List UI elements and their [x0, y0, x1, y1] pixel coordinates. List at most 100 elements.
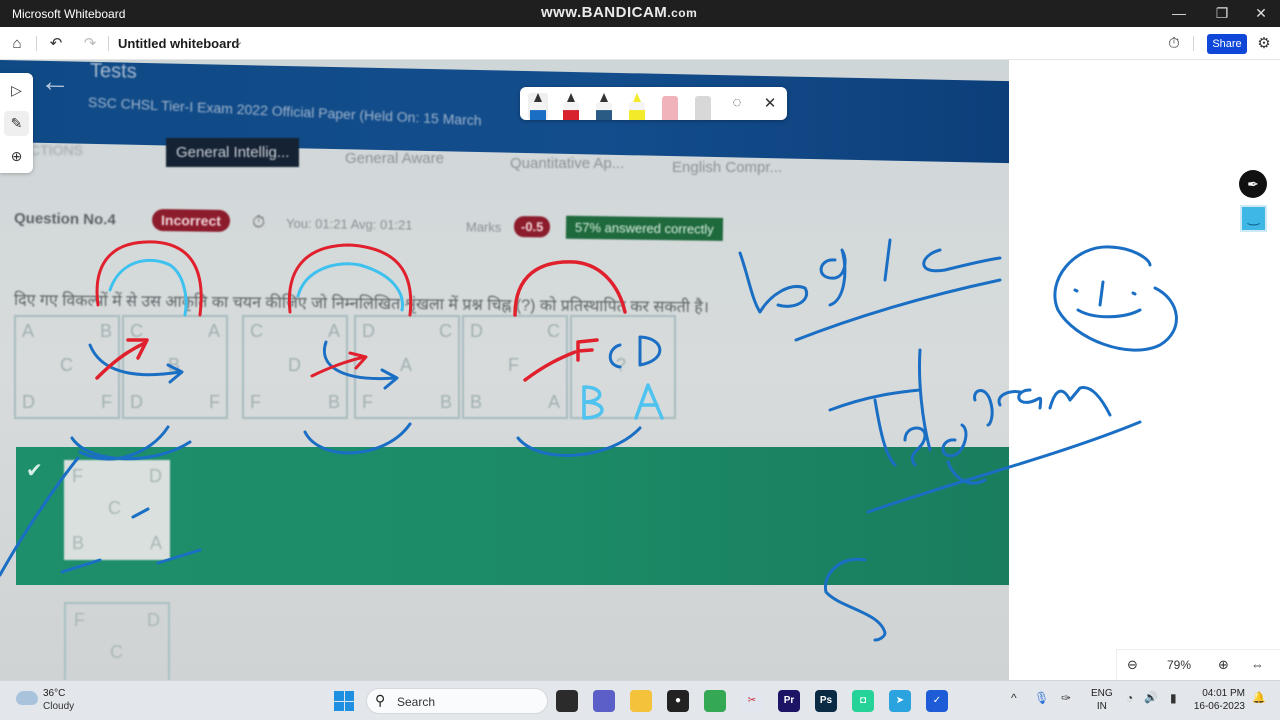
windows-start-icon[interactable] — [334, 691, 354, 711]
correct-option-figure: F D C B A — [64, 460, 170, 560]
close-icon[interactable]: ✕ — [760, 94, 780, 112]
toolbar-divider — [108, 36, 109, 51]
check-icon: ✔ — [26, 460, 43, 482]
chevron-down-icon[interactable]: ⌄ — [234, 35, 243, 48]
photoshop-app-icon[interactable]: Ps — [815, 690, 837, 712]
restore-button[interactable]: ❐ — [1207, 3, 1237, 23]
premiere-pro-app-icon[interactable]: Pr — [778, 690, 800, 712]
add-tool-icon[interactable]: ⊕ — [4, 144, 29, 169]
undo-icon[interactable]: ↶ — [46, 34, 66, 54]
weather-temperature[interactable]: 36°C — [43, 688, 65, 699]
taskbar: 36°C Cloudy ⚲ Search ^ 🎙 ✑ ENG IN ◔ 🔊 ▮ … — [0, 680, 1280, 720]
fig-letter: B — [327, 392, 340, 412]
snipping-tool-app-icon[interactable]: ✂ — [741, 690, 763, 712]
fig-letter: F — [74, 610, 85, 630]
home-icon[interactable]: ⌂ — [7, 34, 27, 54]
section-tab-quantitative: Quantitative Ap... — [510, 155, 625, 172]
zoom-in-icon[interactable]: ⊕ — [1218, 657, 1229, 673]
sections-label: CTIONS — [30, 142, 83, 158]
language-indicator[interactable]: ENG IN — [1091, 687, 1113, 713]
series-figure: D C F B A — [462, 315, 568, 419]
pen-tip — [600, 93, 608, 102]
fig-letter: F — [101, 392, 112, 412]
whiteboard-canvas[interactable]: ← Tests SSC CHSL Tier-I Exam 2022 Offici… — [0, 60, 1280, 680]
minimize-button[interactable]: — — [1164, 3, 1194, 23]
marks-label: Marks — [465, 219, 502, 235]
ink-smiley-nose — [1098, 280, 1105, 307]
zoom-level: 79% — [1167, 658, 1192, 672]
app-title: Microsoft Whiteboard — [12, 7, 126, 21]
ink-smiley-eye — [1073, 288, 1079, 293]
task-view-app-icon[interactable] — [556, 690, 578, 712]
weather-condition[interactable]: Cloudy — [43, 701, 74, 712]
fig-letter: F — [72, 466, 83, 486]
clock-time: 04:01 PM — [1202, 688, 1245, 699]
fig-letter: A — [327, 321, 340, 341]
redo-icon[interactable]: ↷ — [80, 34, 100, 54]
watermark-suffix: .com — [667, 6, 698, 20]
fig-letter: D — [288, 355, 301, 375]
left-tool-rail: ▷ ✎ ⊕ — [0, 73, 33, 173]
close-window-button[interactable]: ✕ — [1246, 3, 1276, 23]
ink-tool-icon[interactable]: ✎ — [4, 111, 29, 136]
whiteboard-app-icon[interactable]: ✓ — [926, 690, 948, 712]
fig-letter: C — [110, 642, 123, 662]
lasso-select-icon[interactable]: ◌ — [727, 94, 747, 111]
pen-nib-icon[interactable]: ✒ — [1239, 170, 1267, 198]
fig-letter: D — [147, 610, 160, 630]
inserted-photo[interactable]: ← Tests SSC CHSL Tier-I Exam 2022 Offici… — [0, 60, 1009, 680]
smile-glyph: ‿ — [1248, 209, 1260, 225]
recorder-app-icon[interactable]: ● — [667, 690, 689, 712]
whatsapp-like-app-icon[interactable]: ◘ — [852, 690, 874, 712]
file-explorer-app-icon[interactable] — [630, 690, 652, 712]
pen-menu-icon[interactable]: ✑ — [1061, 691, 1071, 705]
battery-icon[interactable]: ▮ — [1170, 691, 1177, 705]
fig-letter: A — [149, 533, 162, 553]
fig-letter: C — [130, 321, 143, 341]
board-title[interactable]: Untitled whiteboard — [118, 36, 239, 51]
search-placeholder: Search — [397, 695, 436, 709]
fig-letter: C — [60, 355, 73, 375]
red-pen-icon[interactable] — [561, 93, 581, 120]
fig-letter: F — [362, 392, 373, 412]
fit-to-screen-icon[interactable]: ⇔ — [1251, 657, 1264, 672]
telegram-app-icon[interactable]: ➤ — [889, 690, 911, 712]
zoom-out-icon[interactable]: ⊖ — [1127, 657, 1138, 673]
eraser-icon[interactable] — [660, 93, 680, 120]
status-badge: Incorrect — [151, 208, 231, 233]
recording-watermark: www.BANDICAM.com — [541, 4, 697, 21]
fig-letter: D — [362, 321, 375, 341]
system-clock[interactable]: 04:01 PM 16-06-2023 — [1190, 687, 1245, 713]
select-tool-icon[interactable]: ▷ — [4, 78, 29, 103]
notification-icon[interactable]: 🔔 — [1252, 691, 1266, 704]
fig-letter: A — [400, 355, 413, 375]
ruler-icon[interactable] — [693, 93, 713, 120]
dark-blue-pen-icon[interactable] — [594, 93, 614, 120]
taskbar-search[interactable]: ⚲ Search — [366, 688, 548, 714]
series-figure: A B C D F — [14, 315, 120, 419]
smile-sticker-icon[interactable]: ‿ — [1240, 205, 1267, 232]
teams-chat-app-icon[interactable] — [593, 690, 615, 712]
volume-icon[interactable]: 🔊 — [1144, 691, 1158, 704]
wifi-icon[interactable]: ◔ — [1126, 691, 1133, 705]
pen-tip — [534, 93, 542, 102]
gear-icon[interactable]: ⚙ — [1254, 34, 1274, 54]
zoom-controls: ⊖ 79% ⊕ ⇔ — [1116, 649, 1280, 680]
back-arrow-icon: ← — [40, 64, 70, 99]
share-button[interactable]: Share — [1207, 34, 1247, 54]
cloud-icon[interactable] — [16, 691, 38, 705]
pen-tip — [567, 93, 575, 102]
toolbar-divider — [36, 36, 37, 51]
fig-letter: C — [547, 321, 560, 341]
tray-chevron-icon[interactable]: ^ — [1011, 691, 1017, 705]
fig-letter: C — [108, 498, 121, 518]
blue-pen-icon[interactable] — [528, 93, 548, 120]
yellow-highlighter-icon[interactable] — [627, 93, 647, 120]
microphone-icon[interactable]: 🎙 — [1034, 691, 1049, 705]
timer-icon[interactable]: ⏱ — [1164, 34, 1184, 54]
question-number: Question No.4 — [13, 210, 116, 229]
region-code: IN — [1096, 701, 1107, 712]
pen-body — [662, 96, 678, 120]
series-figure: D C A F B — [354, 315, 460, 419]
chrome-app-icon[interactable] — [704, 690, 726, 712]
